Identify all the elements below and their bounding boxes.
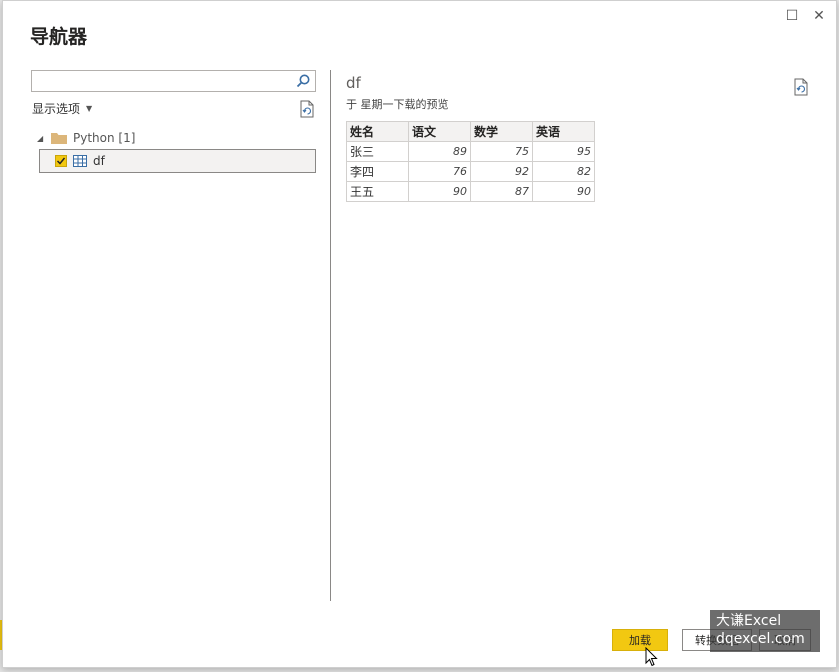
display-options-label: 显示选项 xyxy=(32,102,81,116)
preview-refresh-icon[interactable] xyxy=(793,78,809,96)
watermark-line1: 大谦Excel xyxy=(716,613,782,629)
table-cell: 87 xyxy=(470,181,533,202)
load-button[interactable]: 加载 xyxy=(612,629,668,651)
search-box[interactable] xyxy=(31,70,316,92)
column-header: 数学 xyxy=(470,121,533,142)
checkmark-icon xyxy=(56,157,66,165)
table-row: 王五 90 87 90 xyxy=(346,181,595,202)
chevron-down-icon: ▼ xyxy=(86,104,93,113)
panel-divider[interactable] xyxy=(330,70,331,601)
navigator-dialog: ☐ ✕ 导航器 显示选项 ▼ ◢ Python [1] df df 于 星期一下… xyxy=(2,0,837,668)
table-icon xyxy=(73,155,87,167)
table-header-row: 姓名 语文 数学 英语 xyxy=(346,121,595,142)
table-cell: 82 xyxy=(532,161,595,182)
table-cell: 王五 xyxy=(346,181,409,202)
table-cell: 90 xyxy=(532,181,595,202)
search-icon[interactable] xyxy=(295,73,311,89)
watermark-line2: dqexcel.com xyxy=(716,631,805,647)
table-cell: 95 xyxy=(532,141,595,162)
table-cell: 张三 xyxy=(346,141,409,162)
tree-item-df[interactable]: df xyxy=(39,149,316,173)
table-row: 李四 76 92 82 xyxy=(346,161,595,182)
preview-subtitle: 于 星期一下载的预览 xyxy=(346,98,449,111)
column-header: 语文 xyxy=(408,121,471,142)
column-header: 姓名 xyxy=(346,121,409,142)
maximize-icon: ☐ xyxy=(785,8,799,24)
preview-title: df xyxy=(346,74,361,92)
item-checkbox[interactable] xyxy=(55,155,67,167)
close-icon: ✕ xyxy=(813,8,825,24)
tree-folder-label: Python [1] xyxy=(73,131,136,145)
watermark: 大谦Excel dqexcel.com xyxy=(710,610,820,652)
table-row: 张三 89 75 95 xyxy=(346,141,595,162)
maximize-button[interactable]: ☐ xyxy=(781,5,803,27)
tree-item-label: df xyxy=(93,154,105,168)
table-cell: 76 xyxy=(408,161,471,182)
table-cell: 90 xyxy=(408,181,471,202)
display-options-dropdown[interactable]: 显示选项 ▼ xyxy=(32,100,92,117)
column-header: 英语 xyxy=(532,121,595,142)
refresh-icon[interactable] xyxy=(299,100,315,118)
table-cell: 李四 xyxy=(346,161,409,182)
table-cell: 92 xyxy=(470,161,533,182)
expand-arrow-icon[interactable]: ◢ xyxy=(37,134,45,143)
dialog-title: 导航器 xyxy=(30,26,88,48)
search-input[interactable] xyxy=(32,72,287,92)
tree-folder-python[interactable]: ◢ Python [1] xyxy=(37,129,135,147)
preview-table: 姓名 语文 数学 英语 张三 89 75 95 李四 76 92 82 王五 9… xyxy=(346,121,595,202)
table-cell: 75 xyxy=(470,141,533,162)
folder-icon xyxy=(51,133,67,144)
table-cell: 89 xyxy=(408,141,471,162)
close-button[interactable]: ✕ xyxy=(808,5,830,27)
mouse-cursor-icon xyxy=(645,647,658,667)
